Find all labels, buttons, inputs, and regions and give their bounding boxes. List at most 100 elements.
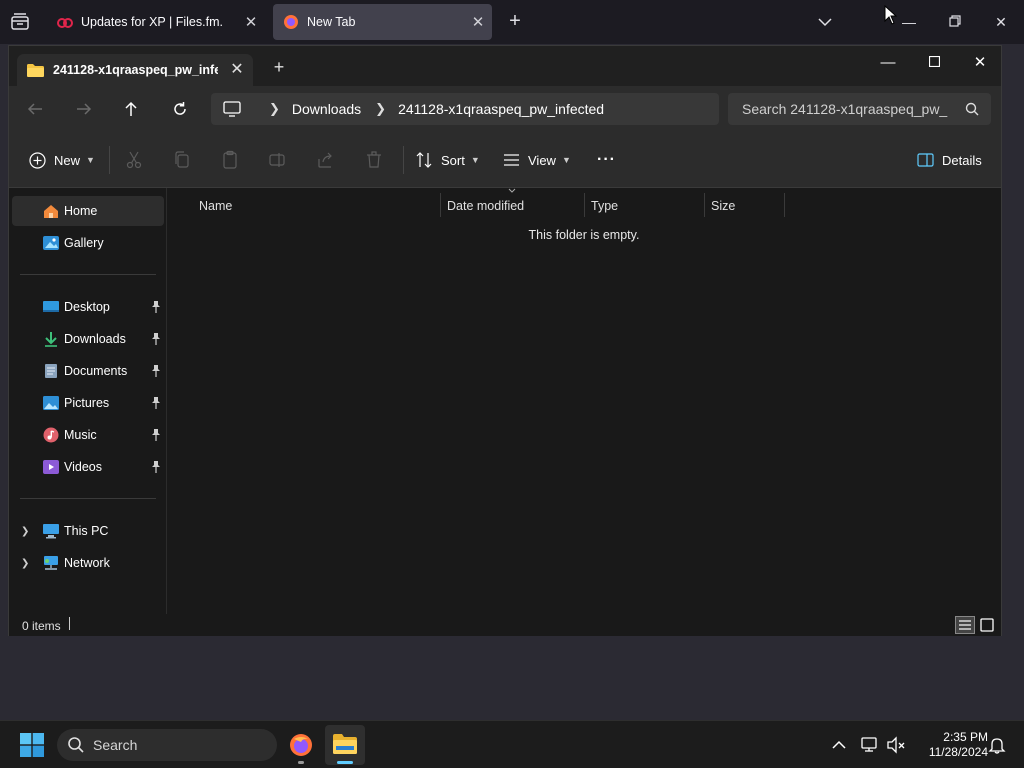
sidebar-item-label: This PC: [64, 524, 109, 538]
close-tab-icon[interactable]: ✕: [227, 59, 247, 79]
new-label: New: [54, 152, 81, 168]
pin-icon: [152, 365, 160, 377]
sidebar-item-this-pc[interactable]: ❯ This PC: [12, 516, 164, 546]
column-divider[interactable]: [784, 193, 785, 217]
firefox-tab-strip: Updates for XP | Files.fm. ✕ New Tab ✕ +…: [0, 0, 1024, 44]
sort-label: Sort: [441, 152, 465, 168]
share-icon[interactable]: [316, 150, 336, 170]
new-tab-plus-icon[interactable]: +: [271, 57, 287, 78]
sidebar-item-home[interactable]: Home: [12, 196, 164, 226]
firefox-restore-icon[interactable]: [943, 10, 967, 34]
close-window-icon[interactable]: ✕: [957, 49, 1003, 79]
column-header-date-modified[interactable]: Date modified: [441, 193, 585, 219]
divider: [69, 617, 70, 630]
paste-icon[interactable]: [220, 150, 240, 170]
cut-icon[interactable]: [124, 150, 144, 170]
explorer-tab-title: 241128-x1qraaspeq_pw_infected: [53, 63, 218, 77]
navigation-pane: Home Gallery Desktop Downloads Documents…: [9, 188, 167, 614]
minimize-icon[interactable]: —: [865, 49, 911, 79]
home-icon: [44, 205, 58, 218]
chevron-down-icon: ▼: [561, 155, 571, 165]
file-list-pane[interactable]: Name Date modified Type Size This folder…: [167, 188, 1001, 614]
volume-muted-icon[interactable]: [886, 735, 906, 755]
sidebar-item-gallery[interactable]: Gallery: [12, 228, 164, 258]
taskbar-firefox-button[interactable]: [281, 725, 321, 765]
tab-overflow-chevron-icon[interactable]: [815, 12, 835, 32]
sidebar-item-music[interactable]: Music: [12, 420, 164, 450]
details-view-toggle-icon[interactable]: [955, 616, 975, 634]
details-pane-icon: [917, 153, 934, 167]
pin-icon: [152, 429, 160, 441]
taskbar-file-explorer-button[interactable]: [325, 725, 365, 765]
network-status-icon[interactable]: [860, 735, 880, 755]
sidebar-item-label: Videos: [64, 460, 102, 474]
back-arrow-icon[interactable]: [19, 94, 51, 124]
sidebar-item-videos[interactable]: Videos: [12, 452, 164, 482]
firefox-minimize-icon[interactable]: —: [897, 10, 921, 34]
search-box[interactable]: Search 241128-x1qraaspeq_pw_infected: [728, 93, 991, 125]
this-pc-icon: [223, 101, 241, 117]
notification-bell-icon[interactable]: [987, 735, 1007, 755]
new-tab-plus-icon[interactable]: +: [505, 10, 525, 34]
downloads-icon: [45, 332, 57, 347]
sidebar-item-label: Documents: [64, 364, 128, 378]
file-explorer-icon: [333, 734, 357, 754]
sidebar-item-pictures[interactable]: Pictures: [12, 388, 164, 418]
more-options-icon[interactable]: ···: [597, 148, 616, 172]
taskbar-clock[interactable]: 2:35 PM 11/28/2024: [914, 730, 988, 760]
pin-icon: [152, 301, 160, 313]
view-list-icon: [504, 154, 519, 166]
rename-icon[interactable]: [268, 150, 288, 170]
column-header-type[interactable]: Type: [585, 193, 705, 219]
network-icon: [44, 556, 58, 570]
sidebar-item-label: Home: [64, 204, 98, 218]
sidebar-item-label: Pictures: [64, 396, 110, 410]
refresh-icon[interactable]: [164, 94, 196, 124]
up-arrow-icon[interactable]: [115, 94, 147, 124]
chevron-right-icon: ❯: [375, 101, 387, 116]
divider: [20, 498, 156, 499]
pin-icon: [152, 397, 160, 409]
search-icon: [965, 102, 979, 116]
sidebar-item-network[interactable]: ❯ Network: [12, 548, 164, 578]
list-all-tabs-icon[interactable]: [8, 11, 32, 33]
this-pc-icon: [43, 524, 59, 539]
firefox-tab-files-fm[interactable]: Updates for XP | Files.fm. ✕: [47, 4, 265, 40]
empty-folder-message: This folder is empty.: [528, 228, 640, 242]
copy-icon[interactable]: [172, 150, 192, 170]
status-bar: 0 items: [9, 614, 1001, 636]
view-button[interactable]: View ▼: [503, 148, 571, 172]
address-field[interactable]: ❯ Downloads ❯ 241128-x1qraaspeq_pw_infec…: [211, 93, 719, 125]
show-hidden-icons-chevron-up-icon[interactable]: [829, 735, 849, 755]
sidebar-item-label: Downloads: [64, 332, 126, 346]
chevron-right-icon[interactable]: ❯: [21, 558, 29, 569]
sidebar-item-documents[interactable]: Documents: [12, 356, 164, 386]
item-count: 0 items: [22, 619, 61, 633]
firefox-close-icon[interactable]: ✕: [989, 10, 1013, 34]
gallery-icon: [43, 236, 59, 250]
close-tab-icon[interactable]: ✕: [237, 13, 265, 31]
maximize-icon[interactable]: [911, 49, 957, 79]
chevron-right-icon[interactable]: ❯: [21, 526, 29, 537]
column-header-name[interactable]: Name: [193, 193, 441, 219]
forward-arrow-icon[interactable]: [68, 94, 100, 124]
taskbar-search-box[interactable]: Search: [57, 729, 277, 761]
close-tab-icon[interactable]: ✕: [464, 13, 492, 31]
delete-icon[interactable]: [364, 150, 384, 170]
chevron-right-icon: ❯: [269, 101, 280, 116]
sort-button[interactable]: Sort ▼: [416, 148, 480, 172]
breadcrumb-downloads[interactable]: Downloads: [292, 101, 361, 117]
details-button[interactable]: Details: [917, 148, 982, 172]
sidebar-item-desktop[interactable]: Desktop: [12, 292, 164, 322]
firefox-tab-new-tab[interactable]: New Tab ✕: [273, 4, 492, 40]
explorer-tab[interactable]: 241128-x1qraaspeq_pw_infected ✕: [17, 54, 253, 86]
sidebar-item-label: Network: [64, 556, 110, 570]
new-button[interactable]: New ▼: [29, 148, 95, 172]
breadcrumb-current-folder[interactable]: 241128-x1qraaspeq_pw_infected: [398, 101, 604, 117]
large-icons-view-toggle-icon[interactable]: [977, 616, 997, 634]
sidebar-item-downloads[interactable]: Downloads: [12, 324, 164, 354]
pictures-icon: [43, 396, 59, 410]
windows-start-icon[interactable]: [20, 733, 44, 757]
column-header-size[interactable]: Size: [705, 193, 785, 219]
tab-title: Updates for XP | Files.fm.: [81, 15, 223, 29]
